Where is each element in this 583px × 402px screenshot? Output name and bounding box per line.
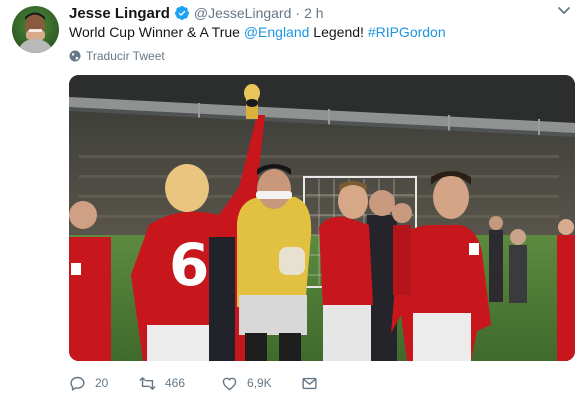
avatar-photo (17, 12, 54, 53)
tweet-header: Jesse Lingard @JesseLingard · 2 h (69, 4, 324, 22)
author-handle[interactable]: @JesseLingard (194, 5, 292, 21)
tweet-text-part: World Cup Winner & A True (69, 24, 244, 40)
retweet-count: 466 (165, 376, 186, 390)
direct-message-button[interactable] (301, 375, 327, 392)
retweet-icon (139, 376, 156, 390)
like-count: 6,9K (247, 376, 272, 390)
translate-tweet-link[interactable]: Traducir Tweet (69, 49, 165, 63)
reply-icon (70, 376, 85, 391)
avatar[interactable] (12, 6, 59, 53)
reply-button[interactable]: 20 (69, 375, 139, 392)
tweet-text: World Cup Winner & A True @England Legen… (69, 22, 446, 42)
like-button[interactable]: 6,9K (221, 375, 301, 392)
tweet-photo[interactable]: 6 (69, 75, 575, 361)
tweet-actions: 20 466 6,9K (69, 373, 327, 393)
tweet[interactable]: Jesse Lingard @JesseLingard · 2 h World … (0, 0, 583, 402)
heart-icon (222, 377, 237, 390)
tweet-photo-image: 6 (69, 75, 575, 361)
tweet-timestamp[interactable]: 2 h (304, 5, 323, 21)
reply-count: 20 (95, 376, 109, 390)
envelope-icon (302, 377, 317, 389)
header-separator: · (295, 5, 301, 21)
verified-badge-icon (174, 6, 189, 20)
tweet-text-part: Legend! (309, 24, 368, 40)
chevron-down-icon[interactable] (557, 6, 571, 16)
mention-link[interactable]: @England (244, 24, 310, 40)
translate-label: Traducir Tweet (86, 49, 165, 63)
globe-icon (69, 50, 81, 62)
retweet-button[interactable]: 466 (139, 375, 221, 392)
shirt-number: 6 (169, 231, 209, 299)
hashtag-link[interactable]: #RIPGordon (368, 24, 446, 40)
author-name[interactable]: Jesse Lingard (69, 5, 170, 22)
